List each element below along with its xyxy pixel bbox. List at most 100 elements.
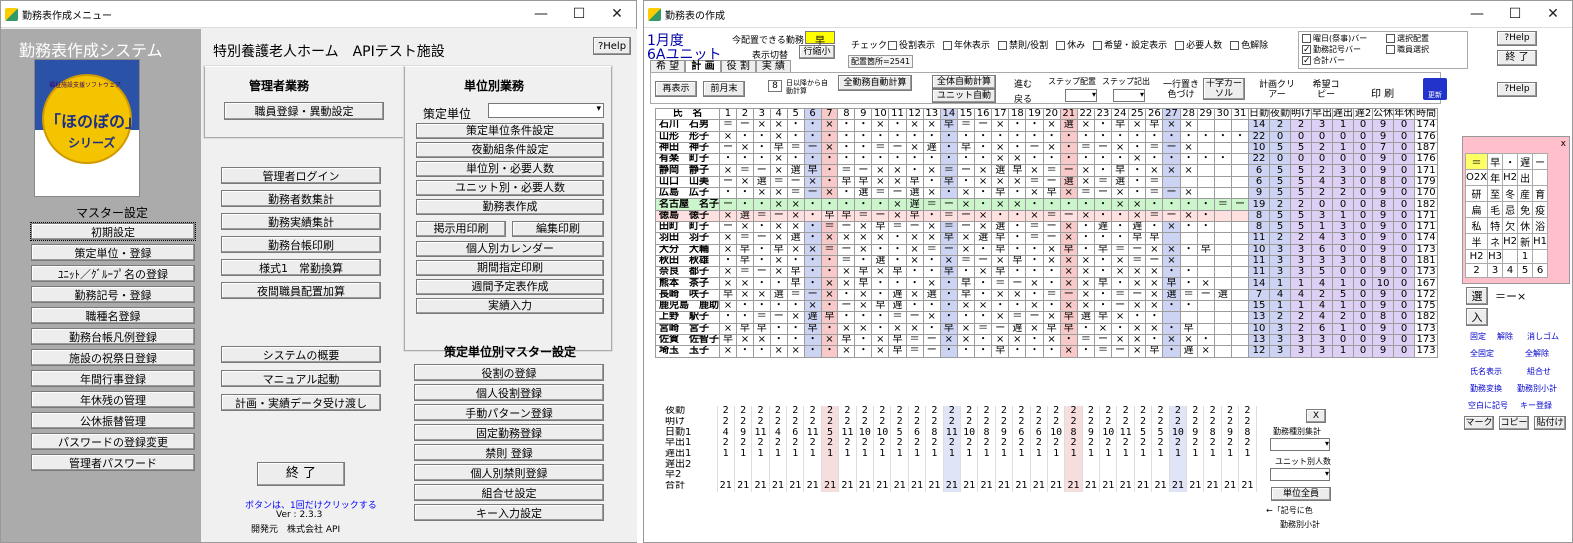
shift-cell[interactable]: 遅 [888,288,907,302]
end-button[interactable]: 終 了 [1497,50,1537,66]
wish-copy-button[interactable]: 希望コピー [1310,80,1342,100]
shift-cell[interactable]: ・ [1179,153,1198,166]
shift-cell[interactable]: × [854,288,873,302]
shift-cell[interactable]: × [1145,322,1164,335]
shift-cell[interactable]: ー [939,198,958,211]
unit-btn2-3[interactable]: 実績入力 [416,298,604,314]
shift-cell[interactable]: ー [1162,187,1181,200]
shift-cell[interactable] [1179,311,1198,324]
shift-cell[interactable] [1196,232,1215,245]
shift-cell[interactable]: 遅 [888,300,907,313]
shift-cell[interactable]: × [1008,288,1027,302]
shift-cell[interactable]: ・ [1025,333,1044,347]
shift-cell[interactable]: 早 [888,345,907,358]
shift-cell[interactable]: ・ [820,345,839,358]
x-button[interactable]: X [1306,409,1326,423]
shift-cell[interactable]: 選 [991,164,1010,177]
shift-cell[interactable]: ・ [1179,198,1198,211]
shift-cell[interactable]: × [939,333,958,347]
shift-cell[interactable]: × [1008,153,1027,166]
shift-cell[interactable] [1213,119,1232,132]
shift-cell[interactable]: ー [837,300,856,313]
staff-name[interactable]: 大分 大輔 [655,243,720,256]
shift-cell[interactable]: ・ [905,164,924,177]
staff-name[interactable]: 秋田 秋雄 [655,254,720,268]
shift-cell[interactable]: 早 [1128,232,1147,245]
shift-cell[interactable]: ー [1111,345,1130,358]
admin-btn-2[interactable]: 勤務実績集計 [221,213,381,230]
shift-cell[interactable]: × [1059,232,1078,245]
shift-cell[interactable]: ・ [1128,175,1147,189]
shift-cell[interactable]: × [786,311,805,324]
shift-cell[interactable]: ＝ [1145,209,1164,222]
shift-cell[interactable]: ・ [786,322,805,335]
shift-cell[interactable]: ・ [974,130,993,143]
shift-cell[interactable]: × [905,119,924,132]
shift-cell[interactable] [1230,220,1250,234]
shift-cell[interactable]: ・ [1179,277,1198,290]
shift-cell[interactable]: × [871,175,890,189]
tab-2[interactable]: 役 割 [720,60,756,72]
shift-cell[interactable]: ・ [1128,164,1147,177]
shift-cell[interactable]: ・ [956,153,976,166]
shift-cell[interactable]: ・ [1179,300,1198,313]
palette-cell[interactable]: H2 [1502,233,1519,250]
shift-cell[interactable] [1213,209,1232,222]
shift-cell[interactable]: × [1128,209,1147,222]
shift-cell[interactable]: 選 [1213,288,1232,302]
shift-cell[interactable]: × [1128,333,1147,347]
shift-cell[interactable] [1213,141,1232,155]
shift-cell[interactable]: ・ [1111,209,1130,222]
shift-cell[interactable]: × [735,288,754,302]
shift-cell[interactable]: × [1111,333,1130,347]
master-item-10[interactable]: パスワードの登録変更 [31,433,195,450]
shift-cell[interactable]: ・ [1093,130,1113,143]
shift-cell[interactable]: 早 [1145,232,1164,245]
shift-cell[interactable]: ＝ [974,322,993,335]
shift-cell[interactable]: 早 [888,333,907,347]
paste-button[interactable]: 貼付け [1534,416,1566,430]
shift-cell[interactable]: ・ [939,153,958,166]
shift-cell[interactable]: ・ [719,153,737,166]
shift-cell[interactable]: × [719,209,737,222]
shift-cell[interactable]: ・ [803,153,822,166]
shift-cell[interactable]: ー [837,243,856,256]
shift-cell[interactable]: ・ [905,130,924,143]
shift-cell[interactable]: ・ [820,266,839,279]
shift-cell[interactable]: 早 [905,175,924,189]
shift-cell[interactable] [1213,164,1232,177]
shift-cell[interactable]: × [854,243,873,256]
bar-check-2[interactable]: 合計バー [1302,55,1367,66]
staff-name[interactable]: 熊本 茶子 [655,277,720,290]
shift-cell[interactable]: × [1042,333,1061,347]
shift-cell[interactable]: ・ [752,198,771,211]
shift-cell[interactable]: × [1008,175,1027,189]
shift-cell[interactable]: ・ [1145,333,1164,347]
shift-cell[interactable] [1230,311,1250,324]
shift-cell[interactable]: × [922,187,941,200]
shift-cell[interactable]: 早 [939,232,958,245]
palette-cell[interactable]: ＝ [1464,153,1489,170]
shift-cell[interactable]: ・ [974,198,993,211]
shift-cell[interactable]: 早 [803,322,822,335]
shift-cell[interactable]: ・ [1196,209,1215,222]
shift-cell[interactable]: ー [1093,333,1113,347]
shift-cell[interactable]: ・ [752,220,771,234]
shift-cell[interactable]: ・ [1025,345,1044,358]
shift-cell[interactable]: 早 [820,209,839,222]
shift-cell[interactable]: ＝ [1076,333,1095,347]
shift-cell[interactable] [1230,141,1250,155]
shift-cell[interactable]: ・ [1059,153,1078,166]
shift-cell[interactable]: × [956,333,976,347]
shift-cell[interactable]: ー [752,266,771,279]
shift-cell[interactable]: ・ [735,187,754,200]
shift-cell[interactable]: ・ [719,254,737,268]
shift-cell[interactable] [1179,232,1198,245]
back-button[interactable]: 戻る [1014,92,1032,105]
shift-cell[interactable]: 早 [1145,119,1164,132]
shift-cell[interactable]: ・ [1162,198,1181,211]
shift-cell[interactable]: 早 [854,175,873,189]
shift-cell[interactable]: ＝ [837,164,856,177]
shift-cell[interactable]: ・ [888,243,907,256]
shift-cell[interactable]: ・ [871,130,890,143]
